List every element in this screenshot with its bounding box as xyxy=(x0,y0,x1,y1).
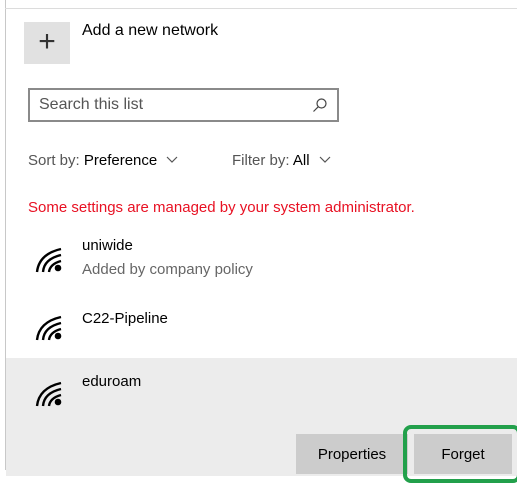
filter-label: Filter by: xyxy=(232,152,290,169)
sort-label: Sort by: xyxy=(28,152,80,169)
chevron-down-icon xyxy=(319,156,331,163)
sort-dropdown[interactable]: Sort by: Preference xyxy=(28,152,178,169)
panel-top-border xyxy=(5,8,517,9)
search-box[interactable] xyxy=(28,88,339,122)
properties-button[interactable]: Properties xyxy=(296,434,408,474)
wifi-icon xyxy=(35,315,62,341)
filter-value: All xyxy=(292,152,310,169)
sort-value: Preference xyxy=(83,152,158,169)
plus-icon: + xyxy=(38,24,56,58)
chevron-down-icon xyxy=(166,156,178,163)
network-item-c22-pipeline[interactable]: C22-Pipeline xyxy=(6,300,517,356)
search-input[interactable] xyxy=(30,96,300,114)
network-name: C22-Pipeline xyxy=(82,310,168,327)
network-item-uniwide[interactable]: uniwide Added by company policy xyxy=(6,232,517,292)
wifi-icon xyxy=(35,381,62,407)
forget-button[interactable]: Forget xyxy=(414,434,512,474)
admin-warning-message: Some settings are managed by your system… xyxy=(28,199,415,216)
add-network-button[interactable]: + xyxy=(24,22,70,64)
search-icon[interactable] xyxy=(312,97,328,113)
add-network-label[interactable]: Add a new network xyxy=(82,22,218,40)
network-subtitle: Added by company policy xyxy=(82,261,253,278)
network-name: eduroam xyxy=(82,373,142,390)
wifi-icon xyxy=(35,247,62,273)
filter-dropdown[interactable]: Filter by: All xyxy=(232,152,331,169)
network-name: uniwide xyxy=(82,237,133,254)
